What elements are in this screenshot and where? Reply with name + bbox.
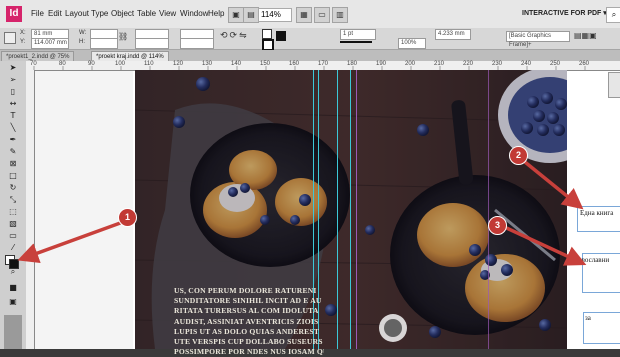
callout-2: 2 (509, 146, 528, 165)
callout-3: 3 (488, 216, 507, 235)
annotation-arrows (17, 156, 587, 266)
arrow-1 (17, 220, 124, 264)
callout-1: 1 (118, 208, 137, 227)
arrow-3 (499, 223, 587, 266)
arrow-2 (518, 156, 584, 210)
